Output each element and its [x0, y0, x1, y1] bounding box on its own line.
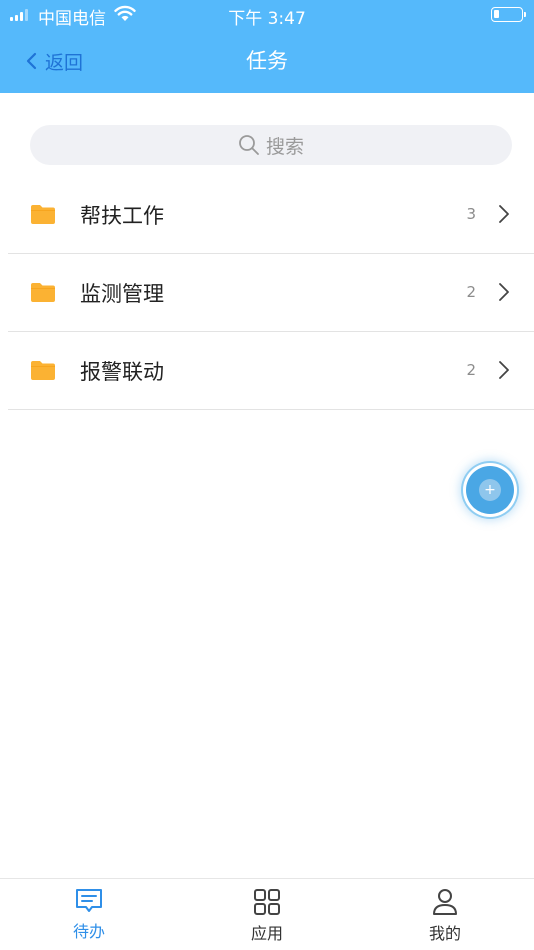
- tab-label: 应用: [250, 924, 283, 943]
- top-bar: 中国电信 下午 3:47 返回 任务: [0, 0, 534, 93]
- task-list: 帮扶工作 3 监测管理 2 报警联动 2: [8, 176, 534, 410]
- task-label: 监测管理: [80, 282, 164, 306]
- task-label: 帮扶工作: [80, 204, 164, 228]
- floating-action-button[interactable]: +: [466, 466, 514, 514]
- plus-icon: +: [479, 479, 501, 501]
- user-icon: [433, 889, 457, 915]
- tab-todo[interactable]: 待办: [0, 879, 178, 950]
- page-title: 任务: [246, 49, 288, 73]
- task-count: 2: [466, 361, 476, 379]
- task-count: 2: [466, 283, 476, 301]
- battery-icon: [491, 7, 526, 22]
- status-bar: 中国电信 下午 3:47: [0, 0, 534, 30]
- task-row-monitoring[interactable]: 监测管理 2: [8, 254, 534, 332]
- grid-icon: [254, 889, 280, 915]
- search-placeholder: 搜索: [265, 135, 304, 158]
- tab-label: 我的: [428, 924, 461, 943]
- clock: 下午 3:47: [228, 9, 306, 29]
- folder-icon: [31, 283, 55, 302]
- task-label: 报警联动: [80, 360, 164, 384]
- task-count: 3: [466, 205, 476, 223]
- chevron-right-icon: [499, 361, 509, 379]
- chevron-right-icon: [499, 283, 509, 301]
- message-icon: [76, 889, 102, 912]
- tab-label: 待办: [72, 922, 105, 941]
- search-input[interactable]: 搜索: [30, 125, 512, 165]
- chevron-right-icon: [499, 205, 509, 223]
- folder-icon: [31, 361, 55, 380]
- bottom-tab-bar: 待办 应用 我的: [0, 878, 534, 950]
- tab-mine[interactable]: 我的: [356, 879, 534, 950]
- folder-icon: [31, 205, 55, 224]
- search-icon: [239, 135, 259, 155]
- task-row-alarm[interactable]: 报警联动 2: [8, 332, 534, 410]
- tab-apps[interactable]: 应用: [178, 879, 356, 950]
- task-row-help-work[interactable]: 帮扶工作 3: [8, 176, 534, 254]
